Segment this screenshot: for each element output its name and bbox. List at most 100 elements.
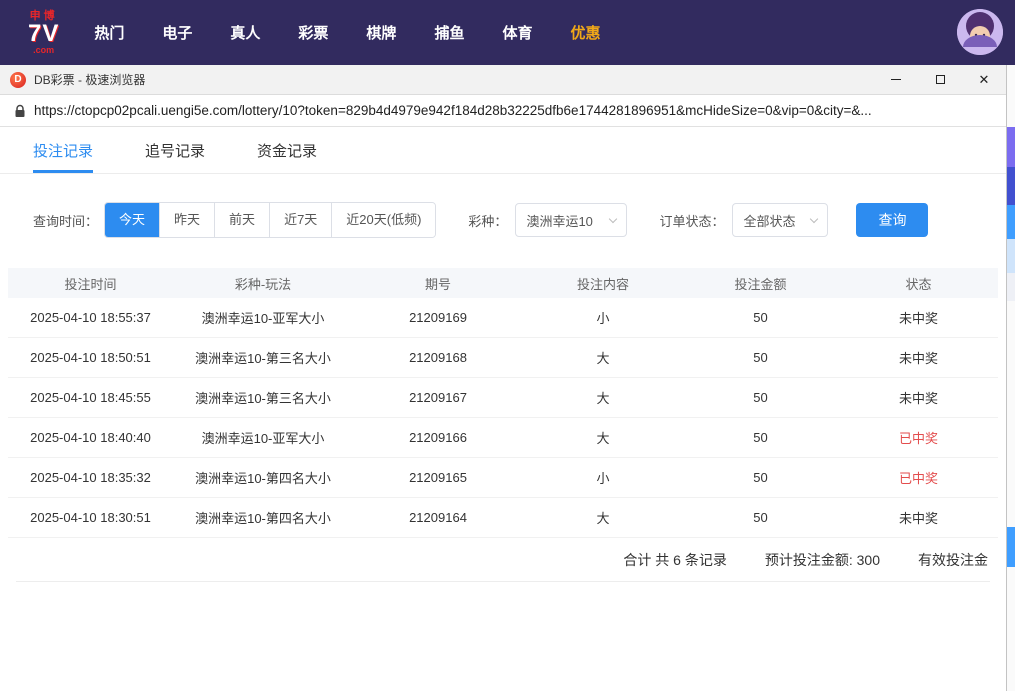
nav-item-2[interactable]: 电子 — [162, 22, 192, 43]
user-avatar[interactable] — [957, 9, 1003, 55]
column-header-3: 期号 — [353, 274, 523, 293]
column-header-4: 投注内容 — [523, 274, 683, 293]
bet-time: 2025-04-10 18:40:40 — [8, 430, 173, 445]
order-status-select[interactable]: 全部状态 — [732, 203, 828, 237]
issue-number: 21209169 — [353, 310, 523, 325]
table-row: 2025-04-10 18:30:51澳洲幸运10-第四名大小21209164大… — [8, 498, 998, 538]
bet-content: 大 — [523, 348, 683, 367]
window-controls: ✕ — [874, 65, 1006, 95]
issue-number: 21209166 — [353, 430, 523, 445]
time-filter-label: 查询时间： — [33, 211, 98, 230]
bet-time: 2025-04-10 18:45:55 — [8, 390, 173, 405]
tab-1[interactable]: 投注记录 — [33, 127, 93, 173]
bet-time: 2025-04-10 18:35:32 — [8, 470, 173, 485]
bet-content: 大 — [523, 388, 683, 407]
lottery-play: 澳洲幸运10-第三名大小 — [173, 348, 353, 367]
minimize-icon — [891, 79, 901, 80]
column-header-5: 投注金额 — [683, 274, 838, 293]
column-header-6: 状态 — [838, 274, 999, 293]
lock-icon — [14, 104, 26, 118]
chevron-down-icon — [609, 214, 617, 222]
site-topbar: 申博 7V .com 热门 电子 真人 彩票 棋牌 捕鱼 体育 优惠 — [0, 0, 1015, 65]
minimize-button[interactable] — [874, 65, 918, 95]
maximize-icon — [936, 75, 945, 84]
summary-bar: 合计 共 6 条记录 预计投注金额: 300 有效投注金 — [16, 538, 990, 582]
lottery-play: 澳洲幸运10-亚军大小 — [173, 308, 353, 327]
page-edge-segment — [1007, 205, 1015, 239]
table-body: 2025-04-10 18:55:37澳洲幸运10-亚军大小21209169小5… — [8, 298, 998, 538]
site-nav: 热门 电子 真人 彩票 棋牌 捕鱼 体育 优惠 — [75, 22, 619, 43]
bet-status: 已中奖 — [838, 468, 999, 487]
column-header-2: 彩种-玩法 — [173, 274, 353, 293]
table-row: 2025-04-10 18:55:37澳洲幸运10-亚军大小21209169小5… — [8, 298, 998, 338]
column-header-1: 投注时间 — [8, 274, 173, 293]
bet-content: 大 — [523, 428, 683, 447]
status-select-value: 全部状态 — [743, 211, 795, 230]
status-select-label: 订单状态： — [659, 211, 724, 230]
site-favicon-icon: D — [10, 72, 26, 88]
table-row: 2025-04-10 18:50:51澳洲幸运10-第三名大小21209168大… — [8, 338, 998, 378]
bet-record-table: 投注时间彩种-玩法期号投注内容投注金额状态 2025-04-10 18:55:3… — [8, 268, 998, 582]
bet-status: 未中奖 — [838, 388, 999, 407]
time-filter-group: 今天昨天前天近7天近20天(低频) — [104, 202, 436, 238]
time-option-5[interactable]: 近20天(低频) — [332, 203, 435, 237]
issue-number: 21209165 — [353, 470, 523, 485]
page-edge-segment — [1007, 167, 1015, 205]
nav-item-1[interactable]: 热门 — [94, 22, 124, 43]
bet-amount: 50 — [683, 510, 838, 525]
time-option-2[interactable]: 昨天 — [160, 203, 215, 237]
lottery-select-value: 澳洲幸运10 — [526, 211, 592, 230]
bet-content: 小 — [523, 308, 683, 327]
bet-time: 2025-04-10 18:55:37 — [8, 310, 173, 325]
close-button[interactable]: ✕ — [962, 65, 1006, 95]
browser-window: D DB彩票 - 极速浏览器 ✕ https://ctopcp02pcali.u… — [0, 65, 1007, 691]
bet-amount: 50 — [683, 470, 838, 485]
bet-amount: 50 — [683, 390, 838, 405]
url-text[interactable]: https://ctopcp02pcali.uengi5e.com/lotter… — [34, 103, 992, 118]
issue-number: 21209168 — [353, 350, 523, 365]
query-button[interactable]: 查询 — [856, 203, 928, 237]
time-option-4[interactable]: 近7天 — [270, 203, 332, 237]
background-page-edge — [1007, 65, 1015, 691]
nav-item-8[interactable]: 优惠 — [570, 22, 600, 43]
nav-item-3[interactable]: 真人 — [230, 22, 260, 43]
tab-2[interactable]: 追号记录 — [145, 127, 205, 173]
browser-urlbar[interactable]: https://ctopcp02pcali.uengi5e.com/lotter… — [0, 95, 1006, 127]
bet-amount: 50 — [683, 430, 838, 445]
lottery-play: 澳洲幸运10-第三名大小 — [173, 388, 353, 407]
lottery-play: 澳洲幸运10-第四名大小 — [173, 508, 353, 527]
chevron-down-icon — [810, 214, 818, 222]
nav-item-5[interactable]: 棋牌 — [366, 22, 396, 43]
issue-number: 21209167 — [353, 390, 523, 405]
lottery-select-label: 彩种： — [468, 211, 507, 230]
time-option-1[interactable]: 今天 — [105, 203, 160, 237]
maximize-button[interactable] — [918, 65, 962, 95]
tabs: 投注记录 追号记录 资金记录 — [0, 127, 1006, 174]
bet-time: 2025-04-10 18:30:51 — [8, 510, 173, 525]
close-icon: ✕ — [979, 73, 990, 86]
page-edge-segment — [1007, 273, 1015, 301]
page-edge-segment — [1007, 239, 1015, 273]
bet-amount: 50 — [683, 310, 838, 325]
filter-bar: 查询时间： 今天昨天前天近7天近20天(低频) 彩种： 澳洲幸运10 订单状态：… — [0, 202, 1006, 238]
summary-valid-amount: 有效投注金 — [918, 550, 988, 570]
nav-item-7[interactable]: 体育 — [502, 22, 532, 43]
bet-amount: 50 — [683, 350, 838, 365]
time-option-3[interactable]: 前天 — [215, 203, 270, 237]
bet-status: 未中奖 — [838, 308, 999, 327]
site-logo[interactable]: 申博 7V .com — [28, 11, 59, 55]
bet-status: 已中奖 — [838, 428, 999, 447]
nav-item-6[interactable]: 捕鱼 — [434, 22, 464, 43]
lottery-play: 澳洲幸运10-第四名大小 — [173, 468, 353, 487]
table-header: 投注时间彩种-玩法期号投注内容投注金额状态 — [8, 268, 998, 298]
logo-text-main: 7V — [28, 22, 59, 46]
lottery-select[interactable]: 澳洲幸运10 — [515, 203, 627, 237]
tab-3[interactable]: 资金记录 — [257, 127, 317, 173]
window-title: DB彩票 - 极速浏览器 — [34, 71, 145, 88]
summary-total: 合计 共 6 条记录 — [623, 550, 726, 570]
table-row: 2025-04-10 18:45:55澳洲幸运10-第三名大小21209167大… — [8, 378, 998, 418]
summary-expected-amount: 预计投注金额: 300 — [765, 550, 880, 570]
lottery-play: 澳洲幸运10-亚军大小 — [173, 428, 353, 447]
table-row: 2025-04-10 18:35:32澳洲幸运10-第四名大小21209165小… — [8, 458, 998, 498]
nav-item-4[interactable]: 彩票 — [298, 22, 328, 43]
